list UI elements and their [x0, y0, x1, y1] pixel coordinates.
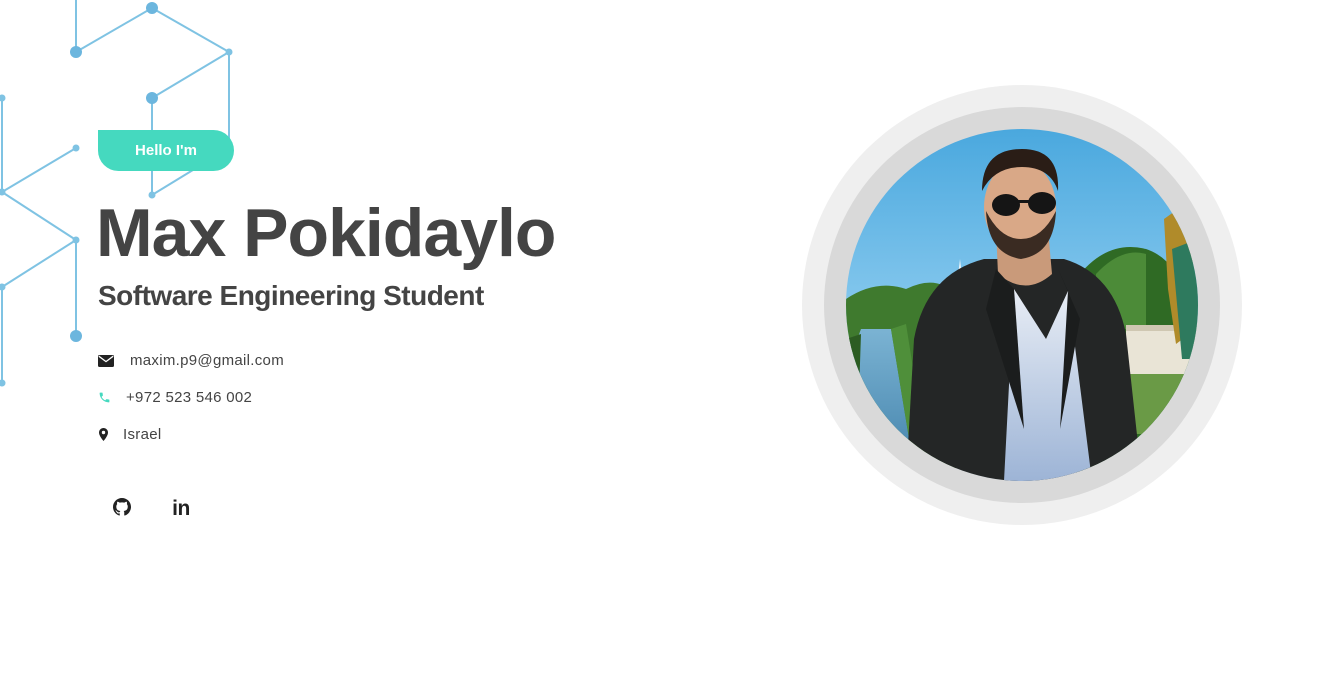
person-name: Max Pokidaylo — [96, 195, 556, 271]
envelope-icon — [98, 354, 114, 367]
location-text: Israel — [123, 426, 162, 443]
map-marker-icon — [98, 428, 108, 441]
linkedin-link[interactable]: in — [166, 494, 196, 524]
job-title: Software Engineering Student — [98, 280, 484, 311]
contact-location: Israel — [98, 426, 161, 443]
phone-text[interactable]: +972 523 546 002 — [126, 389, 252, 406]
linkedin-icon: in — [172, 497, 190, 520]
github-link[interactable] — [107, 494, 137, 524]
email-text[interactable]: maxim.p9@gmail.com — [130, 352, 284, 369]
hero-section: Hello I'm Max Pokidaylo Software Enginee… — [0, 0, 1328, 696]
phone-icon — [98, 391, 111, 404]
greeting-badge: Hello I'm — [98, 130, 234, 171]
contact-email: maxim.p9@gmail.com — [98, 352, 284, 369]
profile-photo — [846, 129, 1198, 481]
contact-phone: +972 523 546 002 — [98, 389, 252, 406]
github-icon — [113, 497, 131, 521]
